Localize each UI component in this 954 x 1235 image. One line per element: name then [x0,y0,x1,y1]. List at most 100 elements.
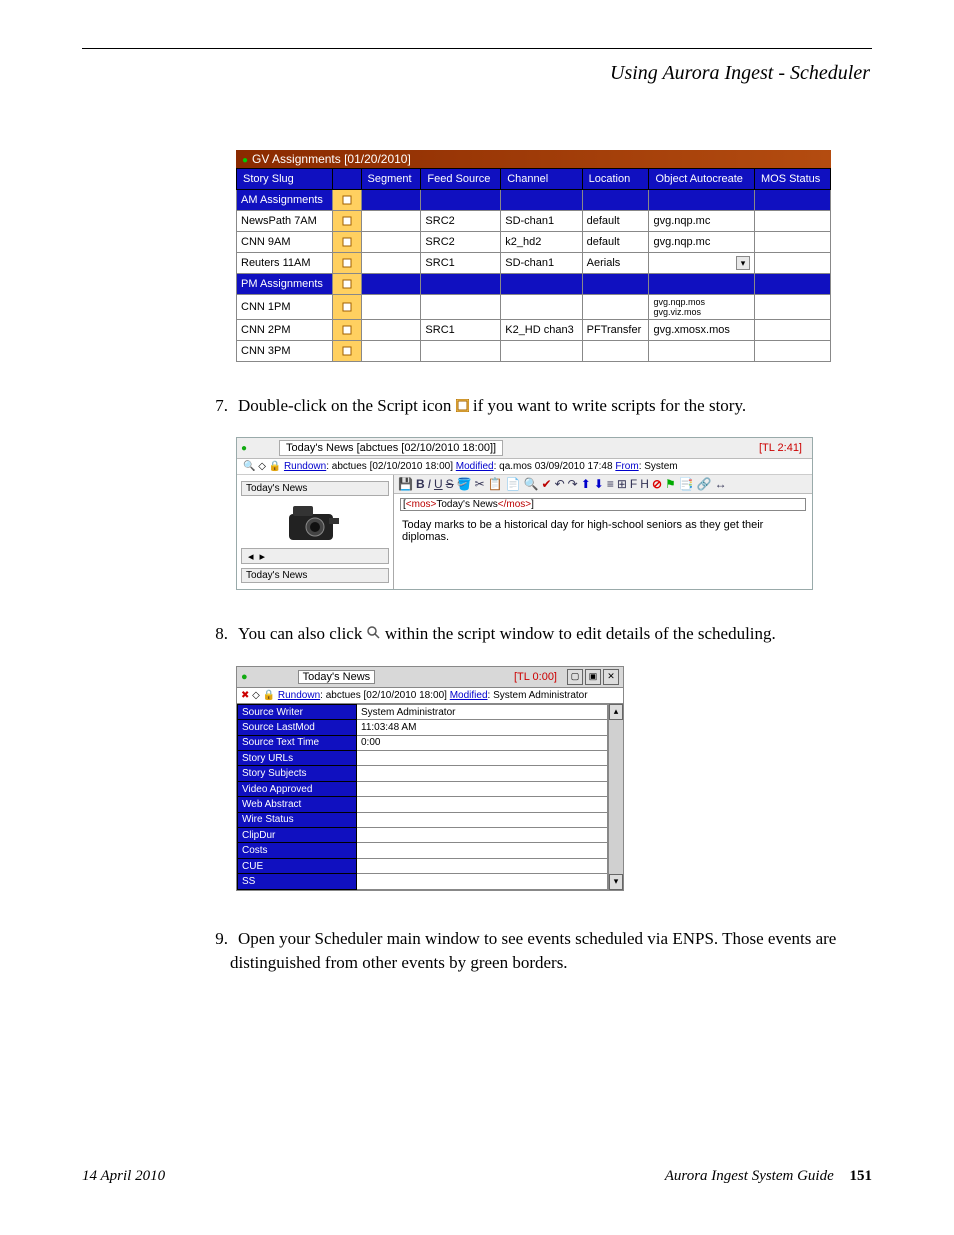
details-table: Source WriterSystem AdministratorSource … [237,704,608,890]
lock-icon: 🔒 [269,461,281,472]
strike-button[interactable]: S [446,477,454,491]
step-text: Open your Scheduler main window to see e… [230,929,836,973]
footer-guide: Aurora Ingest System Guide [665,1168,834,1184]
script-body-text[interactable]: Today marks to be a historical day for h… [394,513,812,567]
f-icon[interactable]: F [630,477,637,491]
script-editor-status: 🔍 ◇ 🔒 Rundown: abctues [02/10/2010 18:00… [237,459,812,475]
status-dot-icon: ● [241,671,248,683]
underline-button[interactable]: U [434,477,443,491]
detail-label: Source LastMod [238,720,357,735]
section-title: Using Aurora Ingest - Scheduler [610,62,870,85]
detail-value[interactable]: 11:03:48 AM [357,720,608,735]
script-icon[interactable] [332,341,361,362]
column-header[interactable]: Object Autocreate [649,169,755,190]
table-row[interactable]: CNN 9AMSRC2k2_hd2defaultgvg.nqp.mc [237,232,831,253]
script-editor-tab[interactable]: Today's News [abctues [02/10/2010 18:00]… [279,440,503,456]
detail-label: Web Abstract [238,797,357,812]
detail-value[interactable] [357,766,608,781]
link-icon[interactable]: 🔗 [697,477,712,491]
redo-icon[interactable]: ↷ [568,477,578,491]
table-row[interactable]: CNN 1PMgvg.nqp.mos gvg.viz.mos [237,295,831,320]
camera-icon [285,500,345,544]
table-row[interactable]: CNN 3PM [237,341,831,362]
maximize-button[interactable]: ▣ [585,669,601,685]
detail-label: Costs [238,843,357,858]
details-tab[interactable]: Today's News [298,670,376,684]
scrollbar[interactable]: ▴ ▾ [608,704,623,890]
paste-icon[interactable]: 📄 [506,477,521,491]
detail-value[interactable] [357,828,608,843]
tag-icon[interactable]: ◇ [258,461,266,472]
column-header[interactable]: Feed Source [421,169,501,190]
gv-assignments-titlebar: ●GV Assignments [01/20/2010] [236,150,831,168]
table-row[interactable]: CNN 2PMSRC1K2_HD chan3PFTransfergvg.xmos… [237,320,831,341]
editor-toolbar[interactable]: 💾 B I U S 🪣 ✂ 📋 📄 🔍 ✔ ↶ ↷ ⬆ ⬇ ≡ ⊞ [394,475,812,494]
scroll-up-icon[interactable]: ▴ [609,704,623,720]
bold-button[interactable]: B [416,477,425,491]
detail-value[interactable] [357,858,608,873]
step-text: Double-click on the Script icon if you w… [230,396,746,415]
gv-assignments-table: Story Slug SegmentFeed SourceChannelLocat… [236,168,831,362]
detail-label: Wire Status [238,812,357,827]
script-icon[interactable] [332,211,361,232]
detail-value[interactable] [357,751,608,766]
script-icon[interactable] [332,295,361,320]
list-icon[interactable]: ≡ [607,477,614,491]
script-icon[interactable] [332,320,361,341]
italic-button[interactable]: I [428,477,431,491]
width-icon[interactable]: ↔ [715,477,727,491]
dropdown-icon[interactable]: ▾ [736,256,750,270]
mos-tag: [<mos>Today's News</mos>] [400,498,806,511]
table-row[interactable]: PM Assignments [237,274,831,295]
column-header[interactable] [332,169,361,190]
close-button[interactable]: ✕ [603,669,619,685]
detail-value[interactable]: System Administrator [357,704,608,719]
script-icon[interactable] [332,232,361,253]
cut-icon[interactable]: ✂ [475,477,485,491]
undo-icon[interactable]: ↶ [555,477,565,491]
find-icon[interactable]: 🔍 [524,477,539,491]
spell-icon[interactable]: ✔ [542,477,552,491]
detail-value[interactable] [357,797,608,812]
tag-icon[interactable]: ◇ [252,690,260,701]
table-row[interactable]: AM Assignments [237,190,831,211]
thumbnail-nav[interactable]: ◂▸ [241,548,389,564]
detail-row: Source Text Time0:00 [238,735,608,750]
detail-row: SS [238,874,608,890]
column-header[interactable]: Story Slug [237,169,333,190]
detail-label: CUE [238,858,357,873]
detail-label: SS [238,874,357,890]
up-icon[interactable]: ⬆ [581,477,591,491]
detail-value[interactable] [357,874,608,890]
save-icon[interactable]: 💾 [398,477,413,491]
detail-value[interactable]: 0:00 [357,735,608,750]
table-icon[interactable]: ⊞ [617,477,627,491]
column-header[interactable]: Location [582,169,649,190]
delete-icon[interactable]: ✖ [241,690,249,701]
scroll-down-icon[interactable]: ▾ [609,874,623,890]
fill-icon[interactable]: 🪣 [457,477,472,491]
script-icon[interactable] [332,253,361,274]
down-icon[interactable]: ⬇ [594,477,604,491]
script-icon[interactable] [332,190,361,211]
table-row[interactable]: Reuters 11AMSRC1SD-chan1Aerials▾ [237,253,831,274]
detail-value[interactable] [357,843,608,858]
column-header[interactable]: Segment [361,169,421,190]
timeline-label: [TL 2:41] [759,442,808,454]
minimize-button[interactable]: ▢ [567,669,583,685]
column-header[interactable]: Channel [501,169,582,190]
details-status: ✖ ◇ 🔒 Rundown: abctues [02/10/2010 18:00… [237,688,623,704]
step-number: 8. [204,622,228,647]
doc-icon[interactable]: 📑 [679,477,694,491]
stop-icon[interactable]: ⊘ [652,477,662,491]
detail-value[interactable] [357,812,608,827]
copy-icon[interactable]: 📋 [488,477,503,491]
footer-page: 151 [850,1168,873,1184]
script-icon[interactable] [332,274,361,295]
h-icon[interactable]: H [640,477,649,491]
detail-value[interactable] [357,781,608,796]
column-header[interactable]: MOS Status [754,169,830,190]
table-row[interactable]: NewsPath 7AMSRC2SD-chan1defaultgvg.nqp.m… [237,211,831,232]
search-icon[interactable]: 🔍 [243,461,255,472]
flag-icon[interactable]: ⚑ [665,477,676,491]
